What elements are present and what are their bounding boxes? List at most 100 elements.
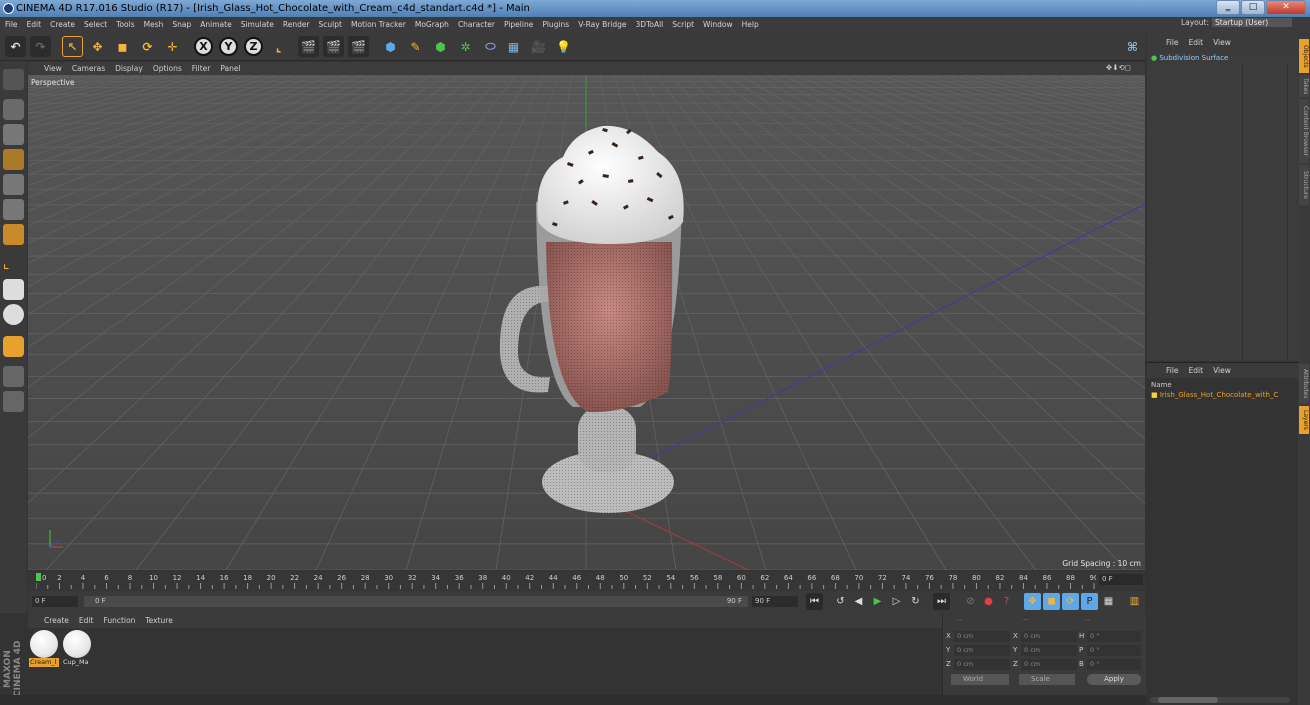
texture-mode-icon[interactable] <box>3 124 24 145</box>
previous-frame-icon[interactable]: ◀ <box>850 593 867 610</box>
timeline-ruler[interactable]: 0 2 4 6 8 10 12 14 16 18 20 22 24 26 28 30 32 34 36 38 40 42 4… <box>36 571 1096 591</box>
coord-position-x[interactable]: 0 cm <box>954 631 1010 642</box>
material-menu-create[interactable]: Create <box>44 616 69 625</box>
python-icon[interactable]: ⌘ <box>1122 36 1143 57</box>
menu-select[interactable]: Select <box>84 20 107 29</box>
axis-y-button[interactable]: Y <box>219 37 238 56</box>
lock-workplane-icon[interactable] <box>3 366 24 387</box>
menu-tools[interactable]: Tools <box>116 20 134 29</box>
render-view-icon[interactable]: 🎬 <box>298 36 319 57</box>
record-keys-icon[interactable]: ⊘ <box>962 593 979 610</box>
viewport-menu-cameras[interactable]: Cameras <box>72 64 105 73</box>
viewport-scene[interactable] <box>28 62 1145 570</box>
material-cup[interactable]: Cup_Ma <box>62 630 92 670</box>
menu-plugins[interactable]: Plugins <box>542 20 569 29</box>
menu-create[interactable]: Create <box>50 20 75 29</box>
viewport-menu-options[interactable]: Options <box>153 64 182 73</box>
autokey-icon[interactable]: ● <box>980 593 997 610</box>
coord-scale-dropdown[interactable]: Scale <box>1019 674 1075 685</box>
layer-menu-edit[interactable]: Edit <box>1189 366 1204 375</box>
minimize-button[interactable]: ‗ <box>1216 0 1240 15</box>
coord-position-z[interactable]: 0 cm <box>954 659 1010 670</box>
timeline[interactable]: 0 2 4 6 8 10 12 14 16 18 20 22 24 26 28 30 32 34 36 38 40 42 4… <box>28 571 1145 591</box>
viewport-nav-icons[interactable]: ✥⬇⟲◻ <box>1106 63 1131 72</box>
workplane-icon[interactable] <box>3 149 24 170</box>
menu-mesh[interactable]: Mesh <box>144 20 164 29</box>
coord-rotation-p[interactable]: 0 ° <box>1087 645 1141 656</box>
menu-mograph[interactable]: MoGraph <box>415 20 449 29</box>
menu-vray-bridge[interactable]: V-Ray Bridge <box>578 20 626 29</box>
layout-selector[interactable]: Layout: Startup (User) <box>1181 18 1292 27</box>
menu-script[interactable]: Script <box>672 20 694 29</box>
scale-icon[interactable]: ◼ <box>112 36 133 57</box>
menu-motion-tracker[interactable]: Motion Tracker <box>351 20 406 29</box>
polygons-mode-icon[interactable] <box>3 224 24 245</box>
menu-simulate[interactable]: Simulate <box>241 20 274 29</box>
coord-rotation-b[interactable]: 0 ° <box>1087 659 1141 670</box>
subdivision-icon[interactable]: ⬢ <box>430 36 451 57</box>
end-frame-field[interactable]: 90 F <box>752 596 798 607</box>
previous-key-icon[interactable]: ↺ <box>832 593 849 610</box>
model-mode-icon[interactable] <box>3 99 24 120</box>
light-icon[interactable]: 💡 <box>553 36 574 57</box>
tweak-mode-icon[interactable] <box>3 279 24 300</box>
menu-pipeline[interactable]: Pipeline <box>504 20 533 29</box>
key-parameter-icon[interactable]: P <box>1081 593 1098 610</box>
coord-rotation-h[interactable]: 0 ° <box>1087 631 1141 642</box>
redo-icon[interactable]: ↷ <box>30 36 51 57</box>
array-icon[interactable]: ✲ <box>455 36 476 57</box>
go-to-end-icon[interactable]: ⏭ <box>933 593 950 610</box>
menu-3dtoall[interactable]: 3DToAll <box>636 20 664 29</box>
key-position-icon[interactable]: ✥ <box>1024 593 1041 610</box>
material-menu-texture[interactable]: Texture <box>145 616 172 625</box>
coord-size-y[interactable]: 0 cm <box>1021 645 1077 656</box>
tab-takes[interactable]: Takes <box>1299 75 1309 97</box>
object-menu-edit[interactable]: Edit <box>1189 38 1204 47</box>
coordinate-system-icon[interactable]: ⌞ <box>268 36 289 57</box>
apply-button[interactable]: Apply <box>1087 674 1141 685</box>
material-menu-function[interactable]: Function <box>103 616 135 625</box>
key-scale-icon[interactable]: ◼ <box>1043 593 1060 610</box>
menu-help[interactable]: Help <box>742 20 759 29</box>
keyframe-selection-icon[interactable]: ? <box>998 593 1015 610</box>
deformer-icon[interactable]: ⬭ <box>480 36 501 57</box>
frame-range-slider[interactable]: 0 F 90 F <box>84 596 748 607</box>
next-frame-icon[interactable]: ▷ <box>888 593 905 610</box>
coord-size-x[interactable]: 0 cm <box>1021 631 1077 642</box>
tab-attributes[interactable]: Attributes <box>1299 364 1309 404</box>
viewport-menu-filter[interactable]: Filter <box>192 64 211 73</box>
material-cream[interactable]: Cream_l <box>29 630 59 670</box>
object-menu-file[interactable]: File <box>1166 38 1179 47</box>
material-menu-edit[interactable]: Edit <box>79 616 94 625</box>
viewport-menu-panel[interactable]: Panel <box>220 64 240 73</box>
select-arrow-icon[interactable]: ↖ <box>62 36 83 57</box>
camera-icon[interactable]: 🎥 <box>528 36 549 57</box>
tab-structure[interactable]: Structure <box>1299 165 1309 205</box>
layer-item[interactable]: ■ Irish_Glass_Hot_Chocolate_with_C <box>1151 391 1298 399</box>
edges-mode-icon[interactable] <box>3 199 24 220</box>
key-pla-icon[interactable]: ▦ <box>1100 593 1117 610</box>
close-button[interactable]: ✕ <box>1266 0 1306 15</box>
rotate-icon[interactable]: ⟳ <box>137 36 158 57</box>
menu-snap[interactable]: Snap <box>172 20 191 29</box>
next-key-icon[interactable]: ↻ <box>907 593 924 610</box>
coord-size-z[interactable]: 0 cm <box>1021 659 1077 670</box>
menu-character[interactable]: Character <box>458 20 495 29</box>
play-icon[interactable]: ▶ <box>869 593 886 610</box>
cube-primitive-icon[interactable]: ⬢ <box>380 36 401 57</box>
viewport[interactable]: View Cameras Display Options Filter Pane… <box>28 62 1145 570</box>
coord-mode-dropdown[interactable]: World <box>951 674 1009 685</box>
object-item-subdivision-surface[interactable]: ● Subdivision Surface <box>1151 53 1228 63</box>
key-rotation-icon[interactable]: ⟳ <box>1062 593 1079 610</box>
timeline-frame-field[interactable]: 0 F <box>1099 574 1143 585</box>
axis-x-button[interactable]: X <box>194 37 213 56</box>
add-object-icon[interactable]: ✛ <box>162 36 183 57</box>
menu-file[interactable]: File <box>5 20 18 29</box>
floor-icon[interactable]: ▦ <box>503 36 524 57</box>
menu-animate[interactable]: Animate <box>200 20 231 29</box>
menu-sculpt[interactable]: Sculpt <box>319 20 342 29</box>
layer-menu-file[interactable]: File <box>1166 366 1179 375</box>
coord-position-y[interactable]: 0 cm <box>954 645 1010 656</box>
go-to-start-icon[interactable]: ⏮ <box>806 593 823 610</box>
axis-z-button[interactable]: Z <box>244 37 263 56</box>
